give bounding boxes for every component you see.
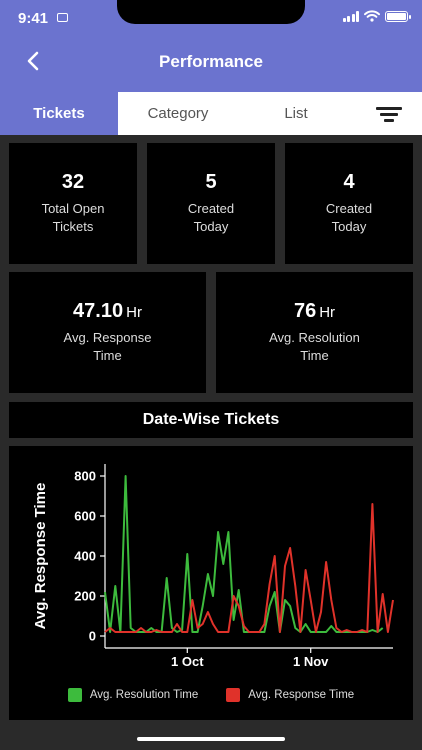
- date-wise-tickets-chart: 0 200 400 600 800 1 Oct 1 Nov Avg. Response Tim…: [9, 446, 413, 720]
- y-tick-label: 0: [89, 629, 96, 644]
- status-icons: [342, 10, 411, 22]
- battery-icon: [385, 10, 411, 22]
- signal-icon: [342, 10, 359, 22]
- stat-card-avg-response: 47.10 Hr Avg. Response Time: [9, 272, 206, 393]
- line-chart: 0 200 400 600 800 1 Oct 1 Nov Avg. Response Tim…: [32, 464, 394, 669]
- stat-card-avg-resolution: 76 Hr Avg. Resolution Time: [216, 272, 413, 393]
- tab-list[interactable]: List: [238, 92, 354, 135]
- stat-card-created-today-2: 4 Created Today: [285, 143, 413, 264]
- tab-category[interactable]: Category: [118, 92, 238, 135]
- y-tick-label: 200: [74, 589, 96, 604]
- filter-icon[interactable]: [376, 104, 402, 124]
- stat-value: 32: [61, 171, 85, 193]
- legend-swatch: [67, 688, 82, 702]
- tab-tickets[interactable]: Tickets: [0, 92, 118, 135]
- photo-icon: [57, 13, 68, 22]
- section-title: Date-Wise Tickets: [9, 402, 413, 438]
- stat-unit: Hr: [126, 304, 142, 321]
- stat-label: Total Open Tickets: [41, 201, 105, 234]
- app-header: 9:41 Performance: [0, 0, 422, 92]
- legend-label: Avg. Resolution Time: [89, 689, 199, 701]
- stat-unit: Hr: [319, 304, 336, 321]
- stat-value: 5: [205, 171, 217, 193]
- home-indicator: [137, 737, 285, 741]
- page-title: Performance: [159, 52, 263, 71]
- status-time: 9:41: [18, 10, 49, 27]
- stat-label: Avg. Response Time: [63, 330, 152, 363]
- legend-label: Avg. Response Time: [248, 689, 355, 701]
- y-tick-label: 800: [74, 469, 96, 484]
- legend-item-response: Avg. Response Time: [226, 688, 354, 702]
- stat-value: 47.10 Hr: [73, 300, 142, 322]
- stat-value: 4: [343, 171, 355, 193]
- x-tick-label: 1 Oct: [171, 654, 204, 669]
- legend-swatch: [226, 688, 241, 702]
- stat-label: Created Today: [325, 201, 373, 234]
- stat-label: Created Today: [187, 201, 235, 234]
- wifi-icon: [364, 10, 380, 22]
- legend-item-resolution: Avg. Resolution Time: [67, 688, 199, 702]
- stat-card-created-today: 5 Created Today: [147, 143, 275, 264]
- y-tick-label: 400: [74, 549, 96, 564]
- y-tick-label: 600: [74, 509, 96, 524]
- x-tick-label: 1 Nov: [293, 654, 329, 669]
- stat-value: 76 Hr: [293, 300, 336, 322]
- series-line-1: [104, 503, 394, 633]
- stat-label: Avg. Resolution Time: [269, 330, 360, 363]
- series-line-0: [104, 475, 384, 633]
- y-axis-label: Avg. Response Time: [32, 483, 49, 630]
- tab-bar: Tickets Category List: [0, 92, 422, 135]
- device-notch: [117, 0, 305, 24]
- chart-legend: Avg. Resolution Time Avg. Response Time: [9, 688, 413, 702]
- stat-card-total-open: 32 Total Open Tickets: [9, 143, 137, 264]
